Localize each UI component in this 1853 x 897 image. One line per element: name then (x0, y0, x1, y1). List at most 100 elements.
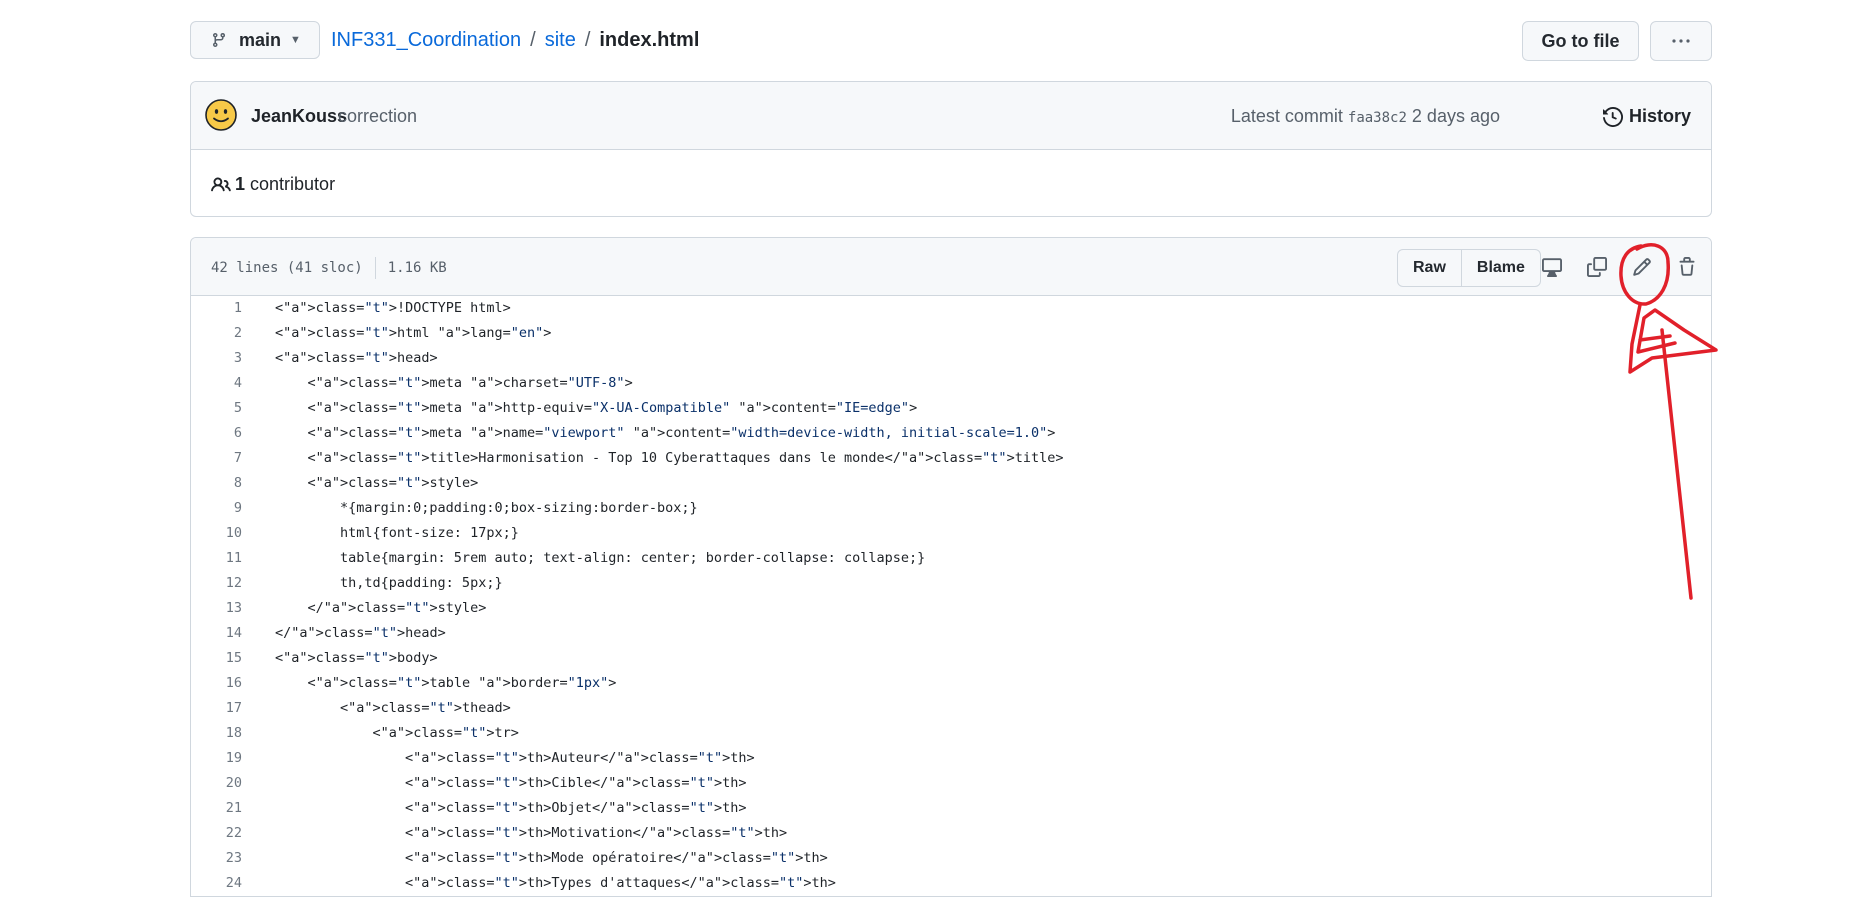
commit-sha-link[interactable]: faa38c2 (1348, 110, 1407, 126)
code-line: 3 <"a">class="t">head> (191, 345, 1711, 370)
contributors-row: 1 contributor (191, 150, 1711, 216)
people-icon (211, 176, 231, 191)
code-line: 11 table{margin: 5rem auto; text-align: … (191, 545, 1711, 570)
code-text: <"a">class="t">th>Auteur</"a">class="t">… (275, 749, 755, 766)
line-number[interactable]: 6 (191, 425, 242, 441)
code-text: </"a">class="t">head> (275, 624, 446, 641)
code-line: 10 html{font-size: 17px;} (191, 520, 1711, 545)
line-number[interactable]: 7 (191, 450, 242, 466)
history-label: History (1628, 106, 1691, 126)
edit-file-button[interactable] (1629, 254, 1655, 280)
git-branch-icon (212, 33, 225, 48)
desktop-icon (1542, 258, 1562, 277)
code-text: <"a">class="t">table "a">border="1px"> (275, 674, 617, 691)
line-number[interactable]: 2 (191, 325, 242, 341)
raw-button[interactable]: Raw (1398, 250, 1461, 286)
display-rendered-button[interactable] (1539, 254, 1565, 280)
copy-icon (1587, 257, 1607, 277)
line-number[interactable]: 21 (191, 800, 242, 816)
history-icon (1602, 106, 1623, 127)
code-text: <"a">class="t">tr> (275, 724, 519, 741)
code-line: 13 </"a">class="t">style> (191, 595, 1711, 620)
history-link[interactable]: History (1602, 106, 1691, 127)
line-number[interactable]: 18 (191, 725, 242, 741)
line-number[interactable]: 5 (191, 400, 242, 416)
line-number[interactable]: 23 (191, 850, 242, 866)
code-line: 21 <"a">class="t">th>Objet</"a">class="t… (191, 795, 1711, 820)
code-text: <"a">class="t">meta "a">name="viewport" … (275, 424, 1056, 441)
line-number[interactable]: 9 (191, 500, 242, 516)
trash-icon (1679, 257, 1695, 276)
code-text: <"a">class="t">head> (275, 349, 438, 366)
code-line: 7 <"a">class="t">title>Harmonisation - T… (191, 445, 1711, 470)
breadcrumb-folder-link[interactable]: site (545, 29, 576, 51)
code-line: 24 <"a">class="t">th>Types d'attaques</"… (191, 870, 1711, 895)
code-text: html{font-size: 17px;} (275, 524, 519, 541)
branch-select-button[interactable]: main ▼ (190, 21, 320, 59)
line-number[interactable]: 17 (191, 700, 242, 716)
code-text: <"a">class="t">body> (275, 649, 438, 666)
pencil-icon (1633, 258, 1651, 276)
line-number[interactable]: 13 (191, 600, 242, 616)
breadcrumb: INF331_Coordination / site / index.html (331, 29, 699, 52)
line-number[interactable]: 20 (191, 775, 242, 791)
code-text: <"a">class="t">!DOCTYPE html> (275, 299, 511, 316)
code-text: </"a">class="t">style> (275, 599, 487, 616)
line-number[interactable]: 3 (191, 350, 242, 366)
code-line: 15 <"a">class="t">body> (191, 645, 1711, 670)
line-number[interactable]: 8 (191, 475, 242, 491)
commit-age: 2 days ago (1411, 106, 1500, 126)
more-options-button[interactable] (1650, 21, 1712, 61)
code-view: 1 <"a">class="t">!DOCTYPE html> 2 <"a">clas… (191, 295, 1711, 895)
latest-commit-info: Latest commit faa38c2 2 days ago (1231, 106, 1500, 127)
delete-file-button[interactable] (1674, 254, 1700, 280)
file-size: 1.16 KB (387, 260, 447, 276)
line-number[interactable]: 1 (191, 300, 242, 316)
go-to-file-button[interactable]: Go to file (1522, 21, 1639, 61)
code-line: 2 <"a">class="t">html "a">lang="en"> (191, 320, 1711, 345)
code-line: 20 <"a">class="t">th>Cible</"a">class="t… (191, 770, 1711, 795)
copy-raw-button[interactable] (1584, 254, 1610, 280)
code-text: <"a">class="t">meta "a">http-equiv="X-UA… (275, 399, 918, 416)
code-line: 5 <"a">class="t">meta "a">http-equiv="X-… (191, 395, 1711, 420)
code-line: 1 <"a">class="t">!DOCTYPE html> (191, 295, 1711, 320)
line-number[interactable]: 22 (191, 825, 242, 841)
line-number[interactable]: 16 (191, 675, 242, 691)
commit-box: JeanKouss correction Latest commit faa38… (190, 81, 1712, 217)
breadcrumb-repo-link[interactable]: INF331_Coordination (331, 29, 521, 51)
file-header: 42 lines (41 sloc) 1.16 KB Raw Blame (191, 238, 1711, 296)
line-number[interactable]: 10 (191, 525, 242, 541)
line-number[interactable]: 19 (191, 750, 242, 766)
latest-commit-row: JeanKouss correction Latest commit faa38… (191, 82, 1711, 150)
code-line: 22 <"a">class="t">th>Motivation</"a">cla… (191, 820, 1711, 845)
commit-author-link[interactable]: JeanKouss (251, 106, 347, 127)
file-navigation: main ▼ INF331_Coordination / site / index.ht… (190, 21, 1712, 61)
code-text: <"a">class="t">th>Objet</"a">class="t">t… (275, 799, 747, 816)
smiley-avatar-icon[interactable] (205, 99, 237, 131)
line-number[interactable]: 12 (191, 575, 242, 591)
code-line: 16 <"a">class="t">table "a">border="1px"… (191, 670, 1711, 695)
line-number[interactable]: 15 (191, 650, 242, 666)
blame-button[interactable]: Blame (1460, 250, 1540, 286)
code-text: <"a">class="t">thead> (275, 699, 511, 716)
code-line: 12 th,td{padding: 5px;} (191, 570, 1711, 595)
code-line: 19 <"a">class="t">th>Auteur</"a">class="… (191, 745, 1711, 770)
code-text: <"a">class="t">meta "a">charset="UTF-8"> (275, 374, 633, 391)
breadcrumb-separator: / (530, 29, 536, 51)
branch-name: main (239, 29, 282, 50)
breadcrumb-current-file: index.html (599, 29, 700, 51)
line-number[interactable]: 14 (191, 625, 242, 641)
file-line-count: 42 lines (41 sloc) (211, 260, 363, 276)
line-number[interactable]: 4 (191, 375, 242, 391)
raw-blame-button-group: Raw Blame (1397, 249, 1541, 287)
code-line: 17 <"a">class="t">thead> (191, 695, 1711, 720)
breadcrumb-separator: / (584, 29, 591, 51)
line-number[interactable]: 11 (191, 550, 242, 566)
code-text: <"a">class="t">th>Motivation</"a">class=… (275, 824, 788, 841)
contributors-link[interactable]: 1 contributor (211, 174, 335, 195)
commit-message-link[interactable]: correction (338, 106, 417, 127)
kebab-horizontal-icon (1672, 39, 1690, 43)
contributor-label: contributor (250, 174, 336, 194)
code-text: <"a">class="t">html "a">lang="en"> (275, 324, 552, 341)
caret-down-icon: ▼ (290, 34, 301, 46)
